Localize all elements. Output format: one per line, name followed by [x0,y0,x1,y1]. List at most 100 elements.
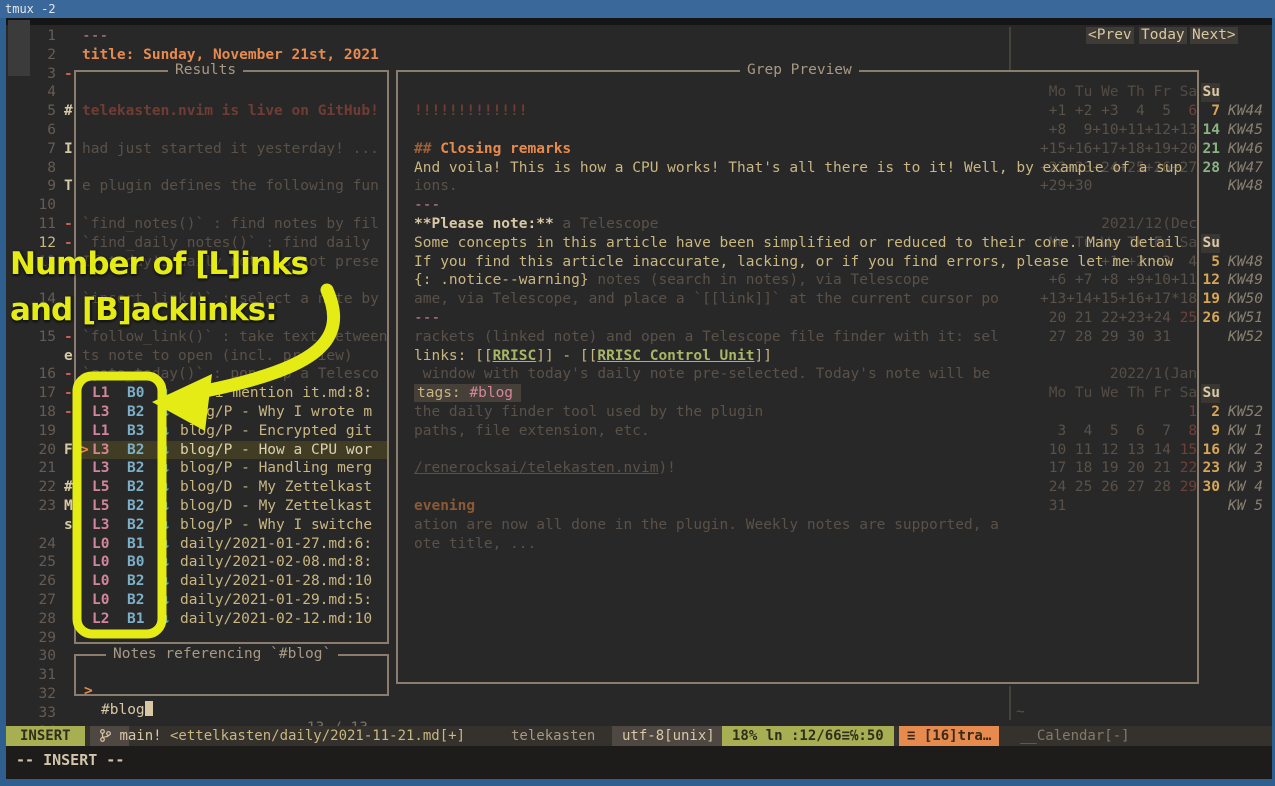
down-arrow-icon: ↓ [162,553,171,572]
preview-line: evening [414,497,475,516]
calendar-sunday[interactable]: 12 [1201,271,1220,290]
links-count: L0 [92,572,109,591]
calendar-week-number: KW45 [1228,121,1263,140]
line-number: 25 [6,553,56,572]
down-arrow-icon: ↓ [162,497,171,516]
preview-line: **Please note:** a Telescope [414,215,658,234]
result-row[interactable]: L0B0↓daily/2021-02-08.md:8: [77,553,387,572]
text-segment: ]] - [[ [536,348,597,364]
calendar-sunday[interactable]: 2 [1201,403,1220,422]
result-text: blog/D - My Zettelkast [180,497,372,516]
preview-line: --- [414,196,440,215]
text-segment: ## [414,141,440,157]
preview-line: paths, file extension, etc. [414,422,650,441]
calendar-next-button[interactable]: Next> [1190,27,1238,44]
result-row[interactable]: L5B2↓blog/D - My Zettelkast [77,497,387,516]
result-row[interactable]: L0B2↓daily/2021-01-29.md:5: [77,591,387,610]
calendar-sunday[interactable]: 9 [1201,422,1220,441]
result-row[interactable]: L5B2↓blog/D - My Zettelkast [77,478,387,497]
links-count: L1 [92,384,109,403]
statusline: INSERT main! <ettelkasten/daily/2021-11-… [6,726,1272,746]
calendar-week-number: KW46 [1228,140,1263,159]
calendar-week-number: KW 5 [1228,497,1263,516]
calendar-sunday[interactable]: 19 [1201,290,1220,309]
results-panel-title: Results [168,62,243,79]
calendar-sunday[interactable]: 7 [1201,102,1220,121]
preview-line: ation are now all done in the plugin. We… [414,516,999,535]
backlinks-count: B2 [127,516,144,535]
preview-line: Some concepts in this article have been … [414,234,1182,253]
preview-line: !!!!!!!!!!!!! [414,102,528,121]
result-text: blog/D - My Zettelkast [180,478,372,497]
text-cursor [145,701,153,716]
result-row[interactable]: L1B3↓blog/P - Encrypted git [77,422,387,441]
calendar-sunday[interactable]: Su [1201,234,1220,253]
calendar-prev-button[interactable]: <Prev [1086,27,1134,44]
preview-line: links: [[RRISC]] - [[RRISC Control Unit]… [414,347,772,366]
calendar-week-number: KW48 [1228,177,1263,196]
calendar-sunday[interactable]: 5 [1201,253,1220,272]
text-segment: If you find this article inaccurate, lac… [414,254,1174,270]
calendar-sunday[interactable]: 21 [1201,140,1220,159]
result-row[interactable]: L0B2↓daily/2021-01-28.md:10 [77,572,387,591]
backlinks-count: B1 [127,535,144,554]
text-segment: tags: [414,384,469,402]
text-segment: --- [82,28,108,44]
result-row[interactable]: L2B1↓daily/2021-02-12.md:10 [77,610,387,629]
links-count: L5 [92,478,109,497]
window-separator-lower[interactable] [1009,686,1011,720]
result-row[interactable]: L3B2↓blog/P - Why I switche [77,516,387,535]
calendar-sunday[interactable]: 16 [1201,441,1220,460]
result-row[interactable]: L1B0↓ i mention it.md:8: [77,384,387,403]
text-segment: --- [414,310,440,326]
backlinks-count: B2 [127,459,144,478]
text-segment: !!!!!!!!!!!!! [414,103,528,119]
prompt-panel-title: Notes referencing `#blog` [106,646,338,663]
calendar-sunday[interactable]: 30 [1201,478,1220,497]
down-arrow-icon: ↓ [162,384,171,403]
result-row[interactable]: L3B2↓blog/P - Handling merg [77,459,387,478]
preview-line: rackets (linked note) and open a Telesco… [414,328,999,347]
window-separator[interactable] [1009,27,1011,70]
down-arrow-icon: ↓ [162,478,171,497]
text-segment: ame, via Telescope, and place a `[[link]… [414,291,999,307]
result-text: daily/2021-01-29.md:5: [180,591,372,610]
calendar-sunday[interactable]: 26 [1201,309,1220,328]
plugin-segment: telekasten [511,726,595,746]
calendar-sunday[interactable]: Su [1201,83,1220,102]
links-count: L0 [92,535,109,554]
text-segment: RRISC [493,348,537,364]
result-text: daily/2021-01-28.md:10 [180,572,372,591]
calendar-sunday[interactable]: 28 [1201,159,1220,178]
result-row[interactable]: L0B1↓daily/2021-01-27.md:6: [77,535,387,554]
editor-line: 1--- [6,27,386,46]
line-number: 2 [6,46,56,65]
text-segment: )! [658,460,675,476]
result-row[interactable]: L3B2↓blog/P - Why I wrote m [77,403,387,422]
links-count: L0 [92,591,109,610]
mode-message: -- INSERT -- [16,751,124,769]
text-segment: {: .notice--warning} [414,272,589,288]
tabs-segment: ≡ [16]tra… [899,726,999,746]
line-number: 28 [6,610,56,629]
result-text: daily/2021-02-08.md:8: [180,553,372,572]
line-number: 3 [6,65,56,84]
text-segment: ote title, ... [414,536,536,552]
links-count: L5 [92,497,109,516]
calendar-today-button[interactable]: Today [1139,27,1187,44]
preview-panel-title: Grep Preview [740,62,859,79]
search-input[interactable]: #blog [101,701,153,720]
calendar-sunday[interactable]: 14 [1201,121,1220,140]
calendar-sunday[interactable]: Su [1201,384,1220,403]
preview-line: /renerocksai/telekasten.nvim)! [414,459,676,478]
result-row[interactable]: >L3B2↓blog/P - How a CPU wor [77,441,387,460]
down-arrow-icon: ↓ [162,441,171,460]
calendar-sunday[interactable]: 23 [1201,459,1220,478]
line-number: 26 [6,572,56,591]
line-number: 29 [6,629,56,648]
preview-line: ote title, ... [414,535,536,554]
annotation-text-line2: and [B]acklinks: [10,292,277,328]
text-segment: the daily finder tool used by the plugin [414,404,763,420]
filename-segment: <ettelkasten/daily/2021-11-21.md[+] [170,726,465,746]
text-segment: a Telescope [554,216,659,232]
